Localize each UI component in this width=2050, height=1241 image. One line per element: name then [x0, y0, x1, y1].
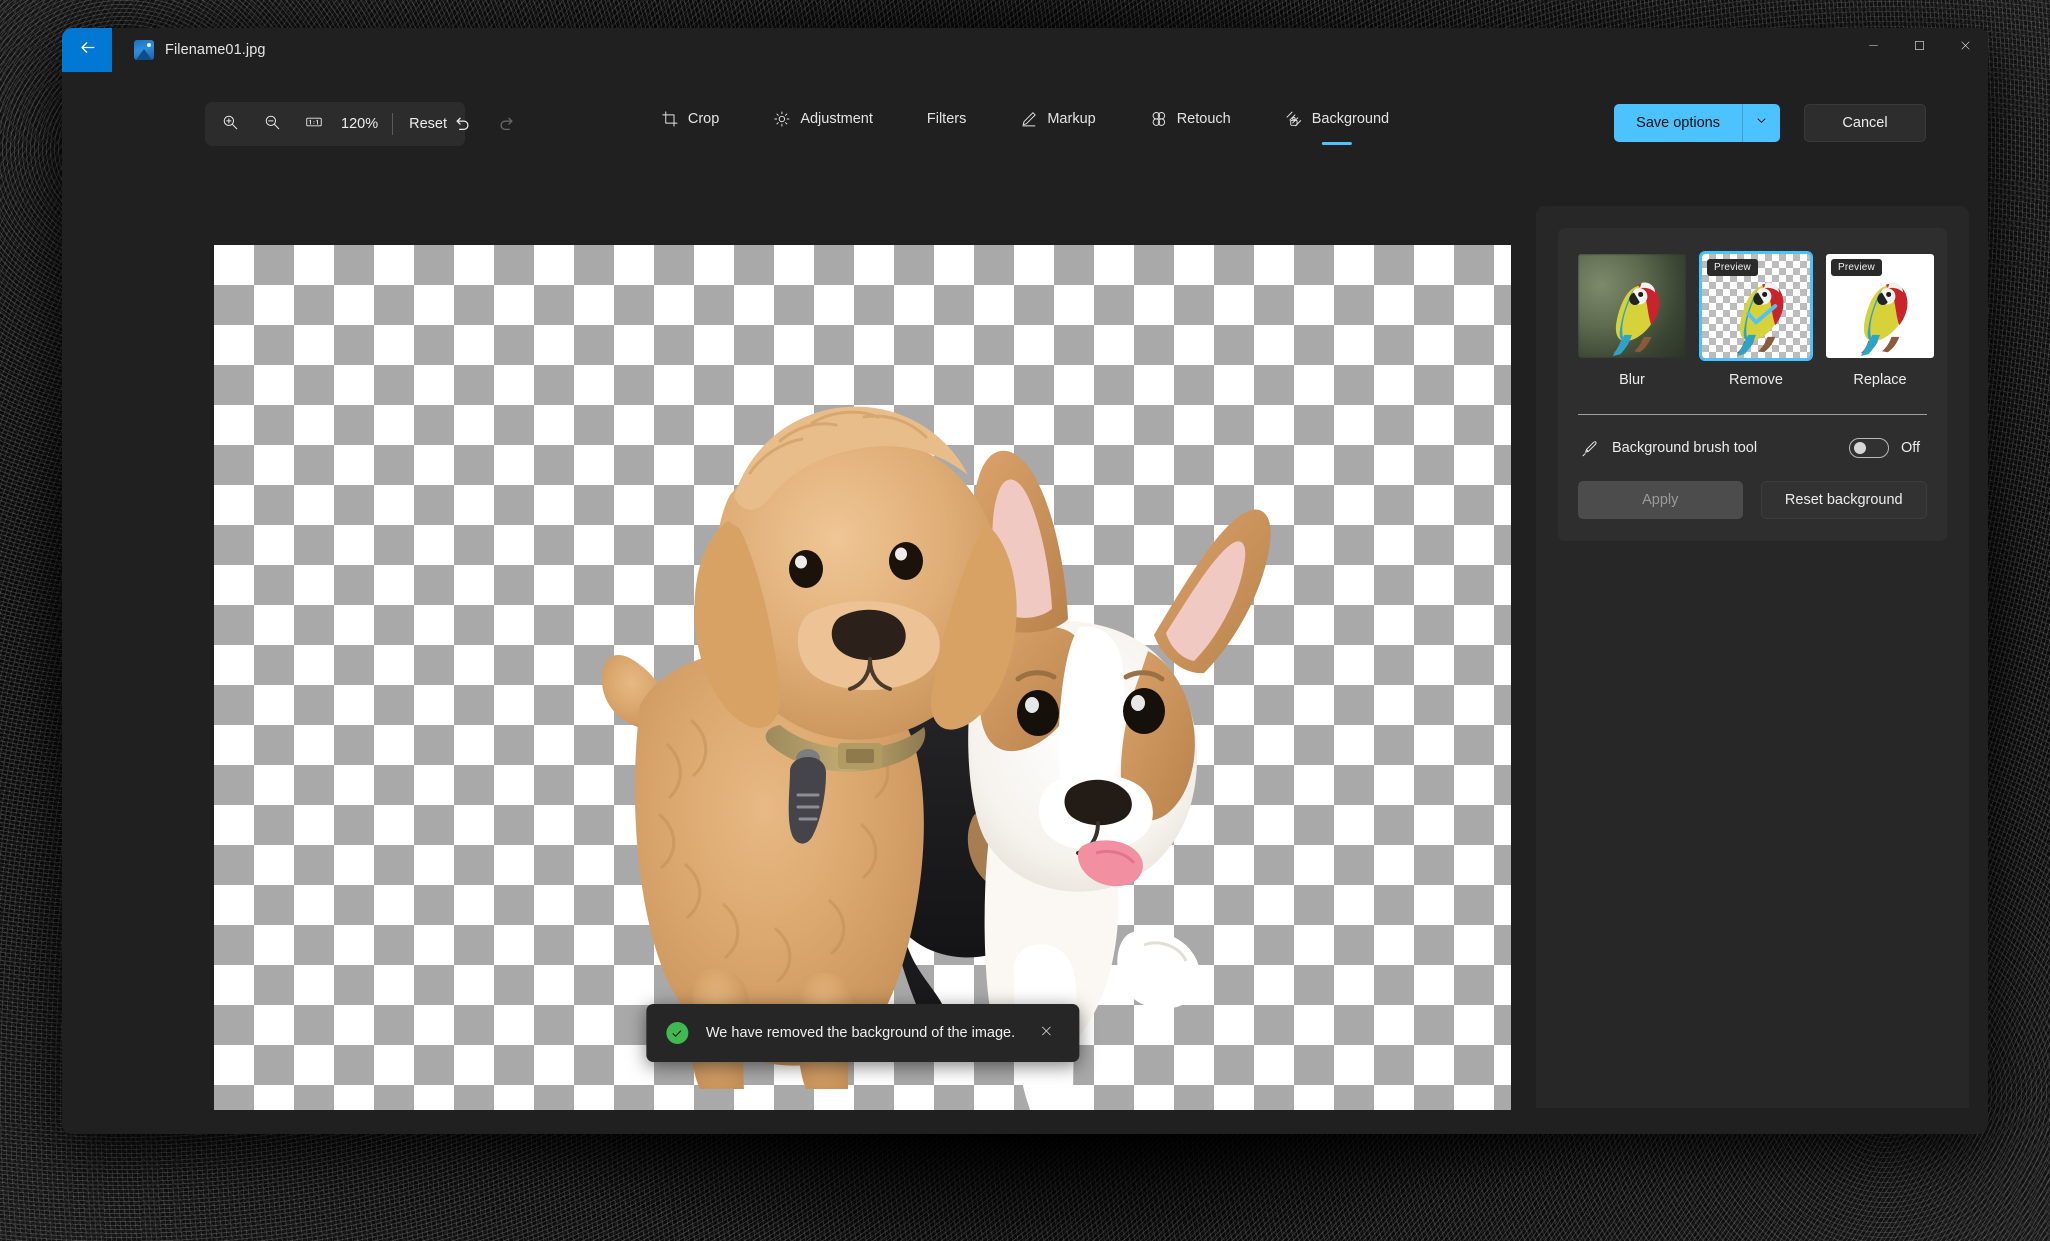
paint-brush-icon	[1578, 437, 1600, 459]
cancel-button[interactable]: Cancel	[1804, 104, 1926, 142]
tab-filters[interactable]: Filters	[906, 101, 987, 135]
maximize-icon	[1913, 39, 1926, 57]
close-icon	[1039, 1024, 1053, 1043]
background-option-label: Replace	[1853, 372, 1907, 388]
zoom-level-value: 120%	[341, 116, 379, 132]
back-button[interactable]	[62, 28, 112, 72]
history-control-group	[441, 102, 527, 146]
preview-badge: Preview	[1831, 259, 1882, 276]
tab-label: Crop	[687, 111, 720, 127]
editor-body: We have removed the background of the im…	[62, 166, 1988, 1134]
background-option-label: Remove	[1729, 372, 1783, 388]
reset-background-button[interactable]: Reset background	[1760, 481, 1927, 519]
title-group: Filename01.jpg	[112, 28, 266, 72]
redo-icon	[496, 112, 516, 137]
background-option-blur[interactable]: Blur	[1576, 252, 1688, 388]
toolbar-actions: Save options Cancel	[1614, 104, 1926, 142]
desktop-backdrop: Filename01.jpg 120% Reset Crop Adjustmen…	[0, 0, 2050, 1241]
save-options-label: Save options	[1636, 115, 1720, 131]
tab-label: Background	[1311, 111, 1390, 127]
background-brush-toggle-group: Off	[1849, 438, 1927, 458]
retouch-icon	[1150, 110, 1168, 128]
toolbar-separator	[392, 113, 394, 135]
background-option-replace[interactable]: Preview Replace	[1824, 252, 1936, 388]
background-brush-label: Background brush tool	[1612, 440, 1758, 456]
save-options-button[interactable]: Save options	[1614, 104, 1780, 142]
minimize-icon	[1867, 39, 1880, 57]
replace-thumbnail: Preview	[1824, 252, 1936, 360]
tab-adjustment[interactable]: Adjustment	[752, 100, 894, 136]
tab-crop[interactable]: Crop	[640, 100, 740, 136]
editor-tab-bar: Crop Adjustment Filters Markup Retouch B…	[634, 100, 1416, 136]
tab-background[interactable]: Background	[1264, 100, 1410, 136]
toast-close-button[interactable]	[1033, 1020, 1059, 1046]
image-canvas[interactable]: We have removed the background of the im…	[214, 245, 1511, 1110]
tab-retouch[interactable]: Retouch	[1129, 100, 1252, 136]
panel-divider	[1578, 414, 1927, 415]
image-file-icon	[134, 40, 154, 60]
close-icon	[1959, 39, 1972, 57]
zoom-control-group: 120% Reset	[205, 102, 465, 146]
background-brush-state-label: Off	[1901, 440, 1921, 456]
toast-message: We have removed the background of the im…	[705, 1025, 1016, 1041]
remove-thumbnail: Preview	[1700, 252, 1812, 360]
save-options-dropdown-toggle[interactable]	[1742, 104, 1780, 142]
undo-icon	[453, 112, 473, 137]
editor-toolbar: 120% Reset Crop Adjustment Filters Marku…	[62, 82, 1988, 166]
success-check-icon	[665, 1022, 688, 1044]
tab-label: Retouch	[1176, 111, 1231, 127]
preview-badge: Preview	[1707, 259, 1758, 276]
background-options-card: Blur Preview Remove Preview Replace Back…	[1558, 228, 1947, 541]
background-brush-row: Background brush tool Off	[1576, 437, 1929, 459]
undo-button[interactable]	[441, 106, 484, 142]
tab-label: Filters	[926, 111, 967, 127]
panel-action-buttons: Apply Reset background	[1576, 481, 1929, 519]
background-icon	[1285, 110, 1303, 128]
blur-thumbnail	[1576, 252, 1688, 360]
file-name-label: Filename01.jpg	[165, 42, 266, 58]
chevron-down-icon	[1755, 114, 1768, 132]
photo-editor-window: Filename01.jpg 120% Reset Crop Adjustmen…	[62, 28, 1988, 1134]
window-controls	[1850, 28, 1988, 82]
background-brush-toggle[interactable]	[1849, 438, 1889, 458]
toggle-knob	[1854, 442, 1866, 454]
redo-button[interactable]	[484, 106, 527, 142]
brightness-icon	[773, 110, 791, 128]
pencil-icon	[1020, 110, 1038, 128]
parrot-preview-image	[1578, 254, 1686, 358]
crop-icon	[661, 110, 679, 128]
minimize-button[interactable]	[1850, 28, 1896, 68]
background-option-remove[interactable]: Preview Remove	[1700, 252, 1812, 388]
tab-label: Adjustment	[800, 111, 873, 127]
zoom-in-button[interactable]	[209, 106, 251, 142]
tab-label: Markup	[1047, 111, 1096, 127]
close-button[interactable]	[1942, 28, 1988, 68]
apply-button[interactable]: Apply	[1578, 481, 1743, 519]
one-to-one-icon	[305, 113, 323, 136]
background-option-list: Blur Preview Remove Preview Replace	[1576, 252, 1934, 388]
zoom-out-icon	[263, 113, 281, 136]
zoom-out-button[interactable]	[251, 106, 293, 142]
arrow-left-icon	[78, 38, 97, 62]
toast-notification: We have removed the background of the im…	[645, 1004, 1080, 1062]
actual-size-button[interactable]	[293, 106, 335, 142]
background-tools-panel: Blur Preview Remove Preview Replace Back…	[1536, 206, 1969, 1108]
background-option-label: Blur	[1619, 372, 1645, 388]
tab-markup[interactable]: Markup	[999, 100, 1116, 136]
cutout-subject-image	[544, 345, 1284, 1110]
maximize-button[interactable]	[1896, 28, 1942, 68]
zoom-in-icon	[221, 113, 239, 136]
title-bar: Filename01.jpg	[62, 28, 1988, 82]
